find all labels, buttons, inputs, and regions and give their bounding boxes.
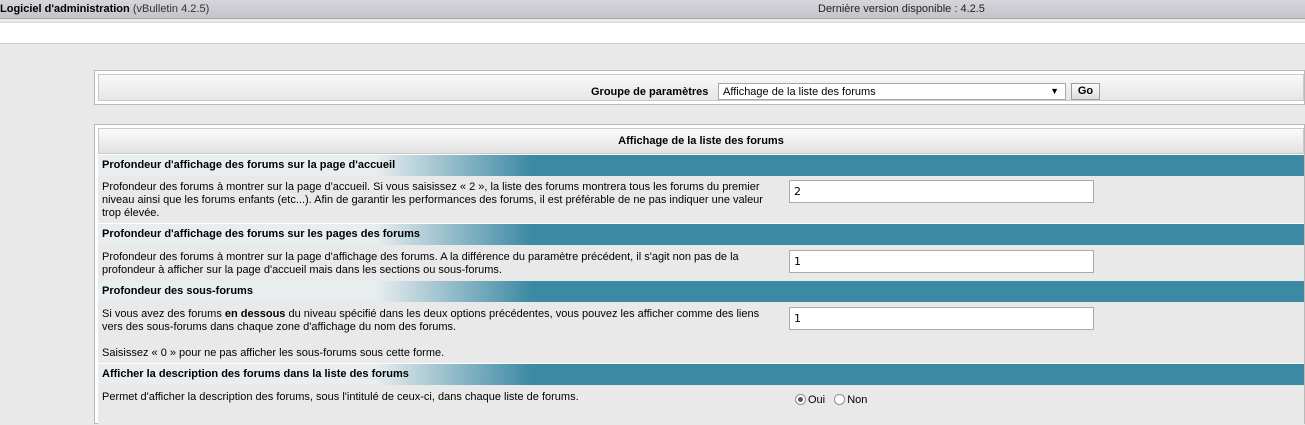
latest-version-text: Dernière version disponible : 4.2.5 (818, 3, 985, 15)
settings-group-label: Groupe de paramètres (591, 86, 709, 98)
settings-panel: Affichage de la liste des forums Profond… (94, 124, 1305, 425)
radio-oui-label[interactable]: Oui (808, 394, 825, 406)
setting-description: Profondeur des forums à montrer sur la p… (102, 181, 763, 219)
setting-row-forum-pages-depth: Profondeur des forums à montrer sur la p… (98, 245, 1304, 281)
setting-description-bold: en dessous (224, 308, 286, 320)
section-header-subforum-depth: Profondeur des sous-forums (98, 281, 1304, 302)
show-description-radio-group: Oui Non (795, 394, 873, 406)
go-button[interactable]: Go (1071, 83, 1100, 100)
settings-group-selected-value: Affichage de la liste des forums (723, 86, 876, 98)
dropdown-arrow-icon: ▼ (1050, 86, 1059, 96)
radio-oui[interactable] (795, 394, 806, 405)
setting-row-subforum-depth: Si vous avez des forums en dessous du ni… (98, 302, 1304, 363)
setting-description-part: Si vous avez des forums (102, 308, 225, 320)
section-header-show-description: Afficher la description des forums dans … (98, 364, 1304, 385)
setting-note: Saisissez « 0 » pour ne pas afficher les… (102, 347, 445, 359)
header-band (0, 22, 1305, 44)
admin-header-bar: Logiciel d'administration (vBulletin 4.2… (0, 0, 1305, 19)
selector-bar: Groupe de paramètres Affichage de la lis… (98, 74, 1304, 101)
setting-row-show-description: Permet d'afficher la description des for… (98, 385, 1304, 425)
setting-description: Si vous avez des forums en dessous du ni… (102, 308, 782, 334)
section-header-forum-pages-depth: Profondeur d'affichage des forums sur le… (98, 224, 1304, 245)
settings-group-select[interactable]: Affichage de la liste des forums ▼ (718, 83, 1066, 100)
app-version: (vBulletin 4.2.5) (132, 3, 210, 15)
app-title: Logiciel d'administration (vBulletin 4.2… (0, 3, 209, 15)
forum-pages-depth-input[interactable]: 1 (789, 250, 1094, 273)
setting-row-home-depth: Profondeur des forums à montrer sur la p… (98, 176, 1304, 223)
section-header-home-depth: Profondeur d'affichage des forums sur la… (98, 155, 1304, 176)
radio-non[interactable] (834, 394, 846, 405)
home-depth-input[interactable]: 2 (789, 180, 1094, 203)
subforum-depth-input[interactable]: 1 (789, 307, 1094, 330)
settings-group-selector-panel: Groupe de paramètres Affichage de la lis… (94, 70, 1305, 105)
setting-description: Permet d'afficher la description des for… (102, 391, 579, 403)
radio-non-label[interactable]: Non (847, 394, 867, 406)
setting-description: Profondeur des forums à montrer sur la p… (102, 251, 739, 276)
app-name: Logiciel d'administration (0, 3, 130, 15)
settings-panel-title: Affichage de la liste des forums (98, 128, 1304, 154)
